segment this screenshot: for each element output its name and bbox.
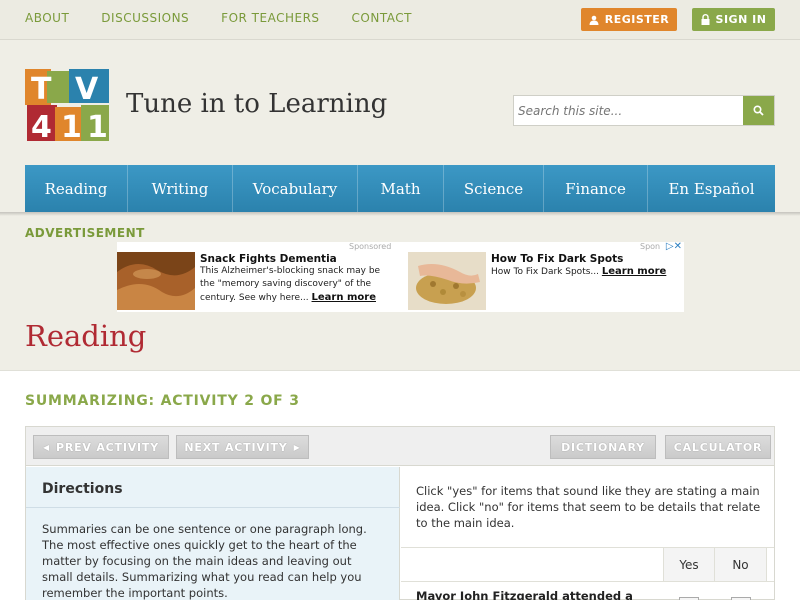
ad-description: How To Fix Dark Spots... Learn more xyxy=(491,265,686,279)
caret-left-icon: ◀ xyxy=(43,442,50,452)
yes-column-header: Yes xyxy=(663,548,715,581)
main-nav: Reading Writing Vocabulary Math Science … xyxy=(25,165,775,212)
tv411-logo[interactable]: T V 4 1 1 xyxy=(25,69,111,143)
question-panel: Click "yes" for items that sound like th… xyxy=(401,467,774,600)
register-label: REGISTER xyxy=(604,13,670,26)
nav-finance[interactable]: Finance xyxy=(544,165,648,212)
nav-shadow xyxy=(0,212,800,216)
svg-text:1: 1 xyxy=(61,110,82,143)
register-button[interactable]: REGISTER xyxy=(581,8,677,31)
svg-text:T: T xyxy=(31,72,52,107)
page-title: Reading xyxy=(25,319,147,353)
user-icon xyxy=(589,15,599,25)
nav-math[interactable]: Math xyxy=(358,165,444,212)
top-nav-for-teachers[interactable]: FOR TEACHERS xyxy=(221,11,319,25)
activity-toolbar: ◀ PREV ACTIVITY NEXT ACTIVITY ▶ DICTIONA… xyxy=(26,427,774,466)
divider xyxy=(401,581,774,582)
ad-unit-dark-spots[interactable]: Spon ▷✕ How To Fix Dark Spots How To Fix… xyxy=(408,241,686,312)
ad-image-caramel xyxy=(117,252,195,310)
learn-more-link[interactable]: Learn more xyxy=(312,292,376,303)
sign-in-label: SIGN IN xyxy=(715,13,767,26)
ad-choices-icon[interactable]: ▷✕ xyxy=(666,241,682,252)
sponsored-label: Sponsored xyxy=(349,242,392,251)
calculator-label: CALCULATOR xyxy=(673,440,763,454)
top-nav: ABOUT DISCUSSIONS FOR TEACHERS CONTACT xyxy=(25,11,444,25)
dictionary-label: DICTIONARY xyxy=(561,440,645,454)
directions-panel: Directions Summaries can be one sentence… xyxy=(26,467,400,600)
top-bar: ABOUT DISCUSSIONS FOR TEACHERS CONTACT R… xyxy=(0,0,800,40)
next-activity-button[interactable]: NEXT ACTIVITY ▶ xyxy=(176,435,309,459)
svg-text:4: 4 xyxy=(31,110,52,143)
next-activity-label: NEXT ACTIVITY xyxy=(184,440,288,454)
ad-desc-text: How To Fix Dark Spots... xyxy=(491,267,599,277)
top-nav-discussions[interactable]: DISCUSSIONS xyxy=(101,11,189,25)
nav-reading[interactable]: Reading xyxy=(25,165,128,212)
sponsored-label: Spon xyxy=(640,242,661,251)
ad-description: This Alzheimer's-blocking snack may be t… xyxy=(200,265,395,305)
lock-icon xyxy=(701,14,710,25)
calculator-button[interactable]: CALCULATOR xyxy=(665,435,771,459)
top-nav-contact[interactable]: CONTACT xyxy=(352,11,412,25)
dictionary-button[interactable]: DICTIONARY xyxy=(550,435,656,459)
search-icon xyxy=(753,105,764,116)
nav-vocabulary[interactable]: Vocabulary xyxy=(233,165,358,212)
search-box xyxy=(513,95,775,126)
top-nav-about[interactable]: ABOUT xyxy=(25,11,69,25)
directions-title: Directions xyxy=(42,481,123,497)
site-title: Tune in to Learning xyxy=(126,89,388,119)
site-header: T V 4 1 1 Tune in to Learning xyxy=(0,41,800,165)
nav-en-espanol[interactable]: En Español xyxy=(648,165,775,212)
ad-title: How To Fix Dark Spots xyxy=(491,253,624,265)
no-column-header: No xyxy=(715,548,767,581)
prev-activity-button[interactable]: ◀ PREV ACTIVITY xyxy=(33,435,169,459)
nav-writing[interactable]: Writing xyxy=(128,165,233,212)
question-instructions: Click "yes" for items that sound like th… xyxy=(416,484,761,530)
ad-title: Snack Fights Dementia xyxy=(200,253,337,265)
advertisement-label: ADVERTISEMENT xyxy=(25,226,145,240)
question-item: Mayor John Fitzgerald attended a xyxy=(416,589,633,600)
prev-activity-label: PREV ACTIVITY xyxy=(55,440,159,454)
svg-text:1: 1 xyxy=(87,110,108,143)
learn-more-link[interactable]: Learn more xyxy=(602,266,666,277)
search-input[interactable] xyxy=(514,96,744,125)
sign-in-button[interactable]: SIGN IN xyxy=(692,8,775,31)
directions-body: Summaries can be one sentence or one par… xyxy=(42,522,367,600)
ad-image-hand xyxy=(408,252,486,310)
activity-panel: ◀ PREV ACTIVITY NEXT ACTIVITY ▶ DICTIONA… xyxy=(25,426,775,600)
nav-science[interactable]: Science xyxy=(444,165,544,212)
caret-right-icon: ▶ xyxy=(293,442,301,452)
search-button[interactable] xyxy=(743,96,774,125)
svg-text:V: V xyxy=(75,72,99,107)
activity-title: SUMMARIZING: ACTIVITY 2 OF 3 xyxy=(25,393,300,409)
divider xyxy=(26,507,400,508)
ad-unit-snack[interactable]: Sponsored Snack Fights Dementia This Alz… xyxy=(117,242,408,312)
